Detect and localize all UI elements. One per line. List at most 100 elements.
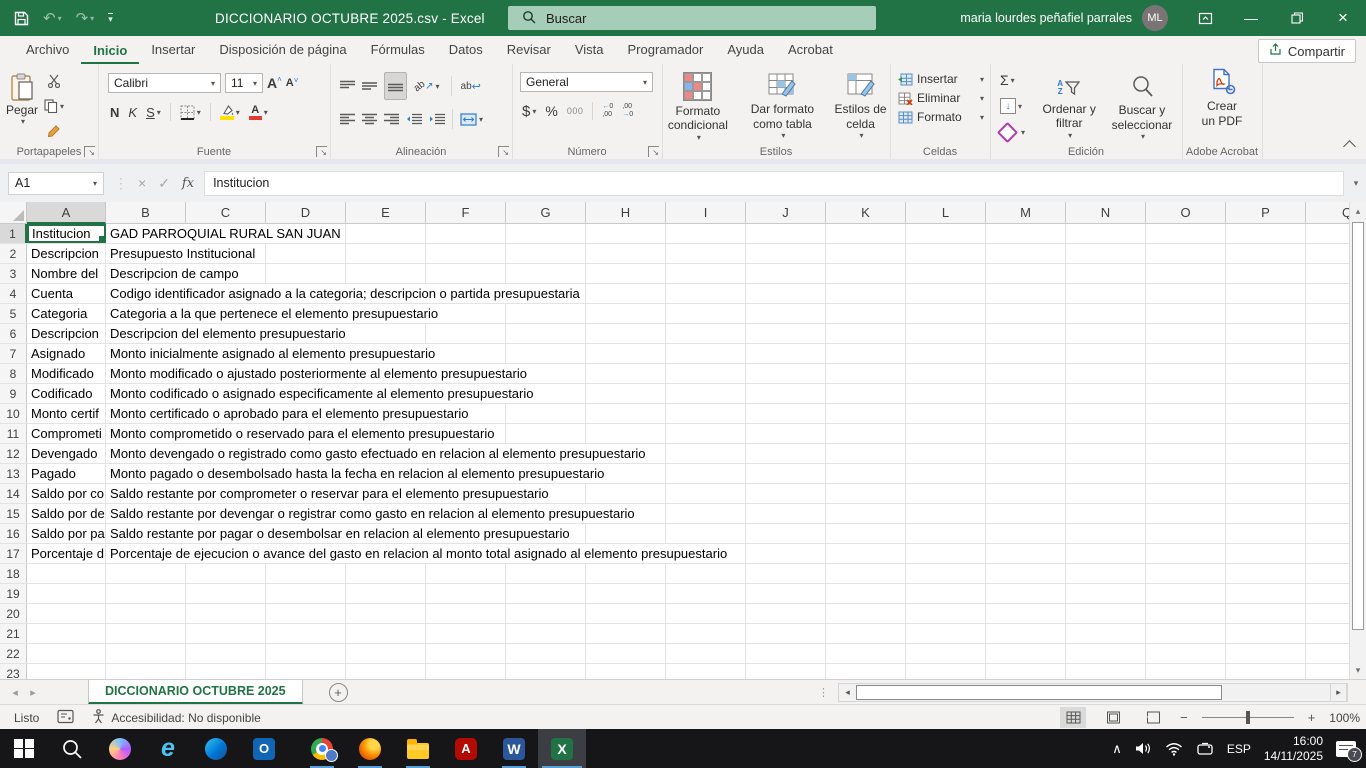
sheet-tab-active[interactable]: DICCIONARIO OCTUBRE 2025	[88, 680, 303, 705]
conditional-formatting-button[interactable]: Formato condicional▾	[662, 67, 734, 142]
undo-icon[interactable]: ↶▾	[43, 9, 62, 27]
row-header-2[interactable]: 2	[0, 244, 27, 263]
column-header-A[interactable]: A	[27, 202, 106, 224]
paste-button[interactable]: Pegar▾	[6, 68, 38, 142]
row-header-14[interactable]: 14	[0, 484, 27, 503]
restore-button[interactable]	[1274, 0, 1320, 36]
column-header-C[interactable]: C	[186, 202, 266, 224]
scroll-down-icon[interactable]: ▾	[1350, 661, 1366, 679]
cell-A3[interactable]: Nombre del	[27, 264, 106, 283]
decrease-indent-icon[interactable]	[406, 108, 422, 130]
cell-B6[interactable]: Descripcion del elemento presupuestario	[106, 324, 1349, 343]
format-cells-button[interactable]: Formato▾	[898, 110, 990, 124]
cell-A13[interactable]: Pagado	[27, 464, 106, 483]
wrap-text-icon[interactable]: ab↩	[461, 75, 481, 97]
excel-button[interactable]: X	[538, 729, 586, 768]
increase-decimal-icon[interactable]: ←0,00	[602, 100, 613, 122]
cell-B15[interactable]: Saldo restante por devengar o registrar …	[106, 504, 1349, 523]
volume-icon[interactable]	[1135, 741, 1152, 756]
currency-format-icon[interactable]: $▾	[522, 100, 536, 122]
column-header-D[interactable]: D	[266, 202, 346, 224]
tabbar-resize-handle[interactable]: ⋮	[818, 686, 828, 699]
cell-B14[interactable]: Saldo restante por comprometer o reserva…	[106, 484, 1349, 503]
orientation-icon[interactable]: ab↗▾	[414, 75, 440, 97]
row-header-1[interactable]: 1	[0, 224, 27, 243]
scroll-left-icon[interactable]: ◂	[839, 687, 856, 698]
acrobat-button[interactable]: A	[442, 729, 490, 768]
row-header-16[interactable]: 16	[0, 524, 27, 543]
cell-A4[interactable]: Cuenta	[27, 284, 106, 303]
font-name-select[interactable]: Calibri▾	[108, 73, 221, 93]
zoom-slider[interactable]	[1202, 717, 1294, 718]
row-header-15[interactable]: 15	[0, 504, 27, 523]
scroll-right-icon[interactable]: ▸	[1330, 683, 1347, 702]
cell-B4[interactable]: Codigo identificador asignado a la categ…	[106, 284, 1349, 303]
clock[interactable]: 16:00 14/11/2025	[1264, 734, 1323, 764]
row-header-3[interactable]: 3	[0, 264, 27, 283]
row-header-4[interactable]: 4	[0, 284, 27, 303]
increase-indent-icon[interactable]	[429, 108, 445, 130]
align-middle-icon[interactable]	[362, 75, 377, 97]
internet-explorer-button[interactable]: e	[144, 729, 192, 768]
share-button[interactable]: Compartir	[1258, 39, 1356, 63]
display-settings-icon[interactable]	[57, 709, 74, 727]
row-header-23[interactable]: 23	[0, 664, 27, 679]
cell-A19[interactable]	[27, 584, 106, 603]
minimize-button[interactable]: —	[1228, 0, 1274, 36]
copilot-button[interactable]	[96, 729, 144, 768]
clear-icon[interactable]: ▾	[1000, 121, 1036, 143]
cell-A5[interactable]: Categoria	[27, 304, 106, 323]
save-icon[interactable]	[14, 11, 29, 26]
cell-B21[interactable]	[106, 624, 1349, 643]
accessibility-status[interactable]: Accesibilidad: No disponible	[92, 709, 260, 727]
tab-datos[interactable]: Datos	[437, 37, 495, 64]
cell-A9[interactable]: Codificado	[27, 384, 106, 403]
cell-A17[interactable]: Porcentaje d	[27, 544, 106, 563]
bold-button[interactable]: N	[110, 101, 119, 123]
row-header-19[interactable]: 19	[0, 584, 27, 603]
tray-chevron-icon[interactable]: ∧	[1112, 741, 1122, 757]
cell-B5[interactable]: Categoria a la que pertenece el elemento…	[106, 304, 1349, 323]
search-box[interactable]: Buscar	[508, 6, 876, 30]
cell-B22[interactable]	[106, 644, 1349, 663]
select-all-corner[interactable]	[0, 202, 27, 224]
tab-acrobat[interactable]: Acrobat	[776, 37, 845, 64]
decrease-font-icon[interactable]: A˅	[286, 72, 299, 94]
column-header-L[interactable]: L	[906, 202, 986, 224]
row-header-18[interactable]: 18	[0, 564, 27, 583]
column-header-Q[interactable]: Q	[1306, 202, 1349, 224]
font-size-select[interactable]: 11▾	[225, 73, 263, 93]
column-header-B[interactable]: B	[106, 202, 186, 224]
column-header-F[interactable]: F	[426, 202, 506, 224]
tab-revisar[interactable]: Revisar	[495, 37, 563, 64]
row-header-10[interactable]: 10	[0, 404, 27, 423]
vertical-scroll-thumb[interactable]	[1352, 222, 1364, 630]
cell-A22[interactable]	[27, 644, 106, 663]
cell-B2[interactable]: Presupuesto Institucional	[106, 244, 1349, 263]
horizontal-scroll-thumb[interactable]	[856, 685, 1222, 700]
tab-inicio[interactable]: Inicio	[81, 38, 139, 65]
cell-A14[interactable]: Saldo por co	[27, 484, 106, 503]
row-header-9[interactable]: 9	[0, 384, 27, 403]
decrease-decimal-icon[interactable]: ,00→0	[622, 100, 633, 122]
horizontal-scrollbar[interactable]: ◂	[838, 683, 1348, 702]
insert-cells-button[interactable]: Insertar▾	[898, 72, 990, 86]
cell-A1[interactable]: Institucion	[27, 224, 106, 243]
row-header-21[interactable]: 21	[0, 624, 27, 643]
meet-now-icon[interactable]	[1196, 742, 1214, 756]
notification-icon[interactable]: 7	[1336, 741, 1356, 757]
copy-icon[interactable]: ▾	[44, 95, 64, 117]
row-header-6[interactable]: 6	[0, 324, 27, 343]
zoom-in-icon[interactable]: +	[1308, 710, 1316, 725]
column-header-K[interactable]: K	[826, 202, 906, 224]
outlook-button[interactable]: O	[240, 729, 288, 768]
column-header-I[interactable]: I	[666, 202, 746, 224]
row-header-7[interactable]: 7	[0, 344, 27, 363]
align-left-icon[interactable]	[340, 108, 355, 130]
tab-archivo[interactable]: Archivo	[14, 37, 81, 64]
format-painter-icon[interactable]	[44, 120, 64, 142]
user-name[interactable]: maria lourdes peñafiel parrales	[960, 11, 1132, 25]
align-center-icon[interactable]	[362, 108, 377, 130]
align-top-icon[interactable]	[340, 75, 355, 97]
borders-icon[interactable]: ▾	[180, 101, 201, 123]
